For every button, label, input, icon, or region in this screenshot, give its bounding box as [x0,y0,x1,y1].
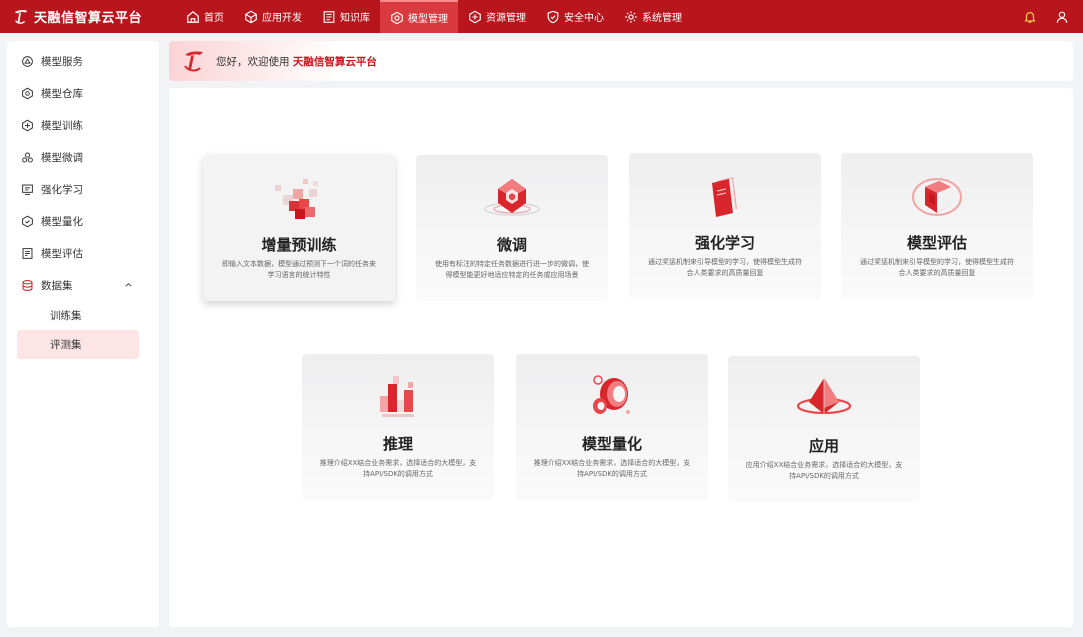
cube-icon [245,10,257,23]
card-finetune[interactable]: 微调 使用有标注的特定任务数据进行进一步的微调，使得模型能更好地适应特定的任务或… [416,155,608,301]
dataset-icon [22,279,33,291]
pyramid-icon [796,378,852,415]
sidebar-subitem-training-set[interactable]: 训练集 [17,301,139,330]
home-icon [187,10,199,23]
nav-item-model-management[interactable]: 模型管理 [380,0,458,33]
nav-item-app-dev[interactable]: 应用开发 [234,0,312,33]
service-icon [22,55,33,67]
card-title: 微调 [496,236,527,254]
main-nav: 首页 应用开发 知识库 模型管理 资源管理 安全中心 系统管理 [176,0,692,33]
sidebar-subitem-evaluation-set[interactable]: 评测集 [17,330,139,359]
sidebar-item-label: 模型微调 [41,151,83,164]
shield-icon [547,10,559,23]
card-model-quantization[interactable]: 模型量化 推理介绍XX结合业务需求，选择适合的大模型，支持API/SDK的调用方… [516,354,708,500]
finetune-icon [484,179,540,216]
card-title: 应用 [808,437,839,455]
card-title: 模型评估 [906,234,967,252]
nav-item-knowledge-base[interactable]: 知识库 [312,0,380,33]
sidebar-item-label: 模型仓库 [41,87,83,100]
brand-logo-icon [184,51,203,72]
sidebar-item-label: 数据集 [41,279,73,292]
sidebar-item-label: 强化学习 [41,183,83,196]
sidebar-item-label: 模型评估 [41,247,83,260]
card-description: 使用有标注的特定任务数据进行进一步的微调，使得模型能更好地适应特定的任务或应用场… [435,260,589,279]
reinforcement-icon [22,184,33,195]
card-description: 即输入文本数据，模型通过预测下一个词的任务来学习语言的统计特性 [222,260,376,279]
card-title: 强化学习 [694,234,755,252]
evaluate-icon [22,247,33,259]
brand[interactable]: 天融信智算云平台 [0,7,168,26]
disc-stack-icon [593,375,630,414]
sidebar-item-model-training[interactable]: 模型训练 [7,109,159,141]
sidebar-subitem-label: 评测集 [50,339,82,351]
sidebar-item-reinforcement-learning[interactable]: 强化学习 [7,173,159,205]
book-stack-icon [712,177,737,217]
sidebar-item-model-repository[interactable]: 模型仓库 [7,77,159,109]
main-content: 增量预训练 即输入文本数据，模型通过预测下一个词的任务来学习语言的统计特性 微调… [169,88,1073,627]
bell-icon[interactable] [1023,10,1037,24]
header-actions [1023,0,1069,33]
welcome-banner: 您好，欢迎使用 天融信智算云平台 [169,41,1073,81]
model-icon [391,11,403,24]
card-description: 应用介绍XX结合业务需求，选择适合的大模型，支持API/SDK的调用方式 [745,461,903,480]
nav-label: 首页 [204,13,224,24]
welcome-text: 您好，欢迎使用 天融信智算云平台 [216,54,377,69]
training-icon [22,119,33,131]
book-icon [323,10,335,23]
card-title: 增量预训练 [261,236,337,254]
sidebar-item-model-quantization[interactable]: 模型量化 [7,205,159,237]
sidebar-subitem-label: 训练集 [50,310,82,322]
evaluation-cube-icon [912,178,962,216]
nav-label: 知识库 [340,13,370,24]
user-icon[interactable] [1055,10,1069,24]
repository-icon [22,87,33,99]
nav-item-resource-management[interactable]: 资源管理 [458,0,536,33]
brand-name: 天融信智算云平台 [34,11,143,26]
nav-label: 安全中心 [564,13,604,24]
sidebar-item-label: 模型服务 [41,55,83,68]
card-incremental-pretraining[interactable]: 增量预训练 即输入文本数据，模型通过预测下一个词的任务来学习语言的统计特性 [203,155,395,301]
nav-label: 应用开发 [262,13,302,24]
nav-item-system-management[interactable]: 系统管理 [614,0,692,33]
welcome-greeting: 您好，欢迎使用 [216,55,290,68]
quantize-icon [22,215,33,227]
welcome-brand: 天融信智算云平台 [292,55,377,68]
card-inference[interactable]: 推理 推理介绍XX结合业务需求，选择适合的大模型，支持API/SDK的调用方式 [302,354,494,500]
sidebar-item-model-service[interactable]: 模型服务 [7,45,159,77]
nav-item-security-center[interactable]: 安全中心 [536,0,614,33]
sidebar-item-model-evaluation[interactable]: 模型评估 [7,237,159,269]
cubes-icon [275,179,318,219]
card-application[interactable]: 应用 应用介绍XX结合业务需求，选择适合的大模型，支持API/SDK的调用方式 [728,356,920,502]
sidebar: 模型服务 模型仓库 模型训练 模型微调 强化学习 模型量化 模型评估 数据集 训… [7,41,159,627]
card-title: 推理 [382,435,413,453]
gear-icon [625,10,637,23]
sidebar-item-label: 模型训练 [41,119,83,132]
nav-label: 资源管理 [486,13,526,24]
sidebar-item-model-finetune[interactable]: 模型微调 [7,141,159,173]
chevron-up-icon[interactable] [124,280,133,289]
sidebar-item-dataset[interactable]: 数据集 [7,269,159,301]
nav-label: 模型管理 [408,14,448,25]
card-description: 通过奖惩机制来引导模型的学习，使得模型生成符合人类要求的高质量回复 [648,258,802,277]
brand-logo-icon [14,9,28,24]
card-description: 推理介绍XX结合业务需求，选择适合的大模型，支持API/SDK的调用方式 [533,459,691,478]
nav-item-home[interactable]: 首页 [176,0,234,33]
card-title: 模型量化 [581,435,642,453]
resource-icon [469,10,481,23]
top-navigation-bar: 天融信智算云平台 首页 应用开发 知识库 模型管理 资源管理 安全中心 系统管理 [0,0,1083,33]
finetune-icon [22,152,33,162]
card-description: 通过奖惩机制来引导模型的学习，使得模型生成符合人类要求的高质量回复 [860,258,1014,277]
sidebar-item-label: 模型量化 [41,215,83,228]
nav-label: 系统管理 [642,13,682,24]
card-reinforcement-learning[interactable]: 强化学习 通过奖惩机制来引导模型的学习，使得模型生成符合人类要求的高质量回复 [629,153,821,299]
card-description: 推理介绍XX结合业务需求，选择适合的大模型，支持API/SDK的调用方式 [319,459,477,478]
bar-blocks-icon [380,376,414,417]
card-model-evaluation[interactable]: 模型评估 通过奖惩机制来引导模型的学习，使得模型生成符合人类要求的高质量回复 [841,153,1033,299]
